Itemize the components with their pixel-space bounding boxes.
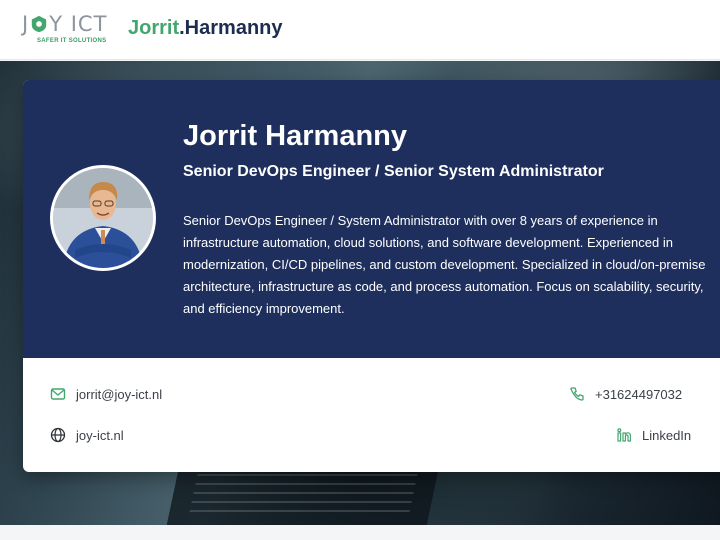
email-text: jorrit@joy-ict.nl [76,386,163,402]
mail-icon [50,388,66,400]
logo-wordmark: J Y ICT [22,12,107,36]
profile-bio: Senior DevOps Engineer / System Administ… [183,213,706,316]
phone-text: +31624497032 [595,386,683,402]
site-title-first: Jorrit [128,17,180,39]
logo-letters-y-ict: Y ICT [49,12,108,36]
profile-photo [53,168,153,268]
logo-tagline: SAFER IT SOLUTIONS [37,38,107,44]
website-text: joy-ict.nl [76,427,124,443]
avatar [50,165,156,271]
profile-card-header: Jorrit Harmanny Senior DevOps Engineer /… [23,80,720,358]
profile-name: Jorrit Harmanny [183,120,408,152]
phone-link[interactable]: +31624497032 [569,386,682,402]
page-bottom-strip [0,525,720,540]
linkedin-text: LinkedIn [642,427,692,443]
site-title[interactable]: Jorrit.Harmanny [128,17,283,40]
logo-letter-j: J [22,12,30,36]
joy-ict-logo[interactable]: J Y ICT SAFER IT SOLUTIONS [22,12,120,46]
site-header: J Y ICT SAFER IT SOLUTIONS Jorrit.Harmann… [0,0,720,60]
email-link[interactable]: jorrit@joy-ict.nl [50,386,162,402]
linkedin-icon [617,428,631,442]
phone-icon [570,387,584,401]
profile-card: Jorrit Harmanny Senior DevOps Engineer /… [23,80,720,472]
linkedin-link[interactable]: LinkedIn [616,427,691,443]
profile-role: Senior DevOps Engineer / Senior System A… [183,163,604,180]
website-link[interactable]: joy-ict.nl [50,427,124,443]
site-title-last: .Harmanny [179,17,283,39]
globe-icon [50,427,66,443]
shield-logo-icon [32,15,47,33]
